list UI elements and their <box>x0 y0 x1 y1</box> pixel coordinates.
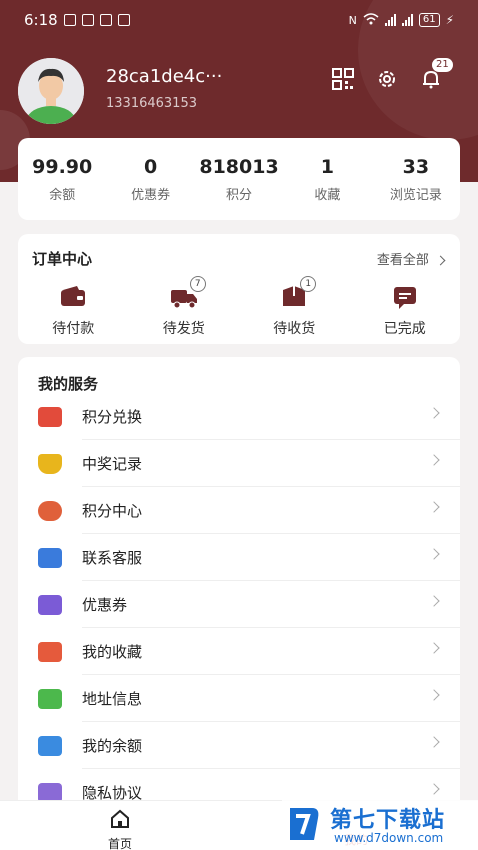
service-label: 地址信息 <box>82 690 143 708</box>
chat-icon <box>38 547 62 568</box>
order-pending-shipment[interactable]: 7 待发货 <box>129 276 240 338</box>
gift-icon <box>38 406 62 427</box>
chevron-right-icon <box>435 255 446 266</box>
service-label: 联系客服 <box>82 549 143 567</box>
service-label: 中奖记录 <box>82 455 143 473</box>
service-item-points-center[interactable]: 积分中心 <box>18 487 460 534</box>
stat-value: 1 <box>320 155 335 178</box>
nav-home-tab[interactable]: 首页 <box>100 809 140 850</box>
stat-coupons[interactable]: 0 优惠券 <box>106 156 194 203</box>
battery-indicator: 61 <box>418 13 440 27</box>
service-label: 积分中心 <box>82 502 143 520</box>
order-badge: 7 <box>189 276 206 292</box>
stat-value: 33 <box>402 155 430 178</box>
trophy-icon <box>38 453 62 474</box>
service-item-address[interactable]: 地址信息 <box>18 675 460 722</box>
address-book-icon <box>38 688 62 709</box>
service-item-coupons[interactable]: 优惠券 <box>18 581 460 628</box>
stat-value: 0 <box>143 155 158 178</box>
gear-icon[interactable] <box>374 66 400 92</box>
signal-icon <box>401 14 413 26</box>
chevron-right-icon <box>428 642 440 654</box>
stat-points[interactable]: 818013 积分 <box>195 156 283 203</box>
chevron-right-icon <box>428 783 440 795</box>
ticket-icon <box>38 594 62 615</box>
view-all-orders-link[interactable]: 查看全部 <box>376 249 446 268</box>
view-all-label: 查看全部 <box>376 253 429 268</box>
message-check-icon <box>391 284 419 310</box>
order-completed[interactable]: 已完成 <box>350 284 461 338</box>
service-item-points-exchange[interactable]: 积分兑换 <box>18 393 460 440</box>
nfc-icon: N <box>348 13 357 27</box>
watermark-url: www.d7down.com <box>334 831 444 845</box>
chevron-right-icon <box>428 736 440 748</box>
stat-balance[interactable]: 99.90 余额 <box>18 156 106 203</box>
avatar[interactable] <box>18 58 84 124</box>
chevron-right-icon <box>428 454 440 466</box>
wallet-icon <box>59 284 87 310</box>
card-icon <box>38 735 62 756</box>
chevron-right-icon <box>428 501 440 513</box>
notification-badge: 21 <box>432 58 453 72</box>
status-time: 6:18 <box>24 11 58 29</box>
home-icon <box>111 809 129 828</box>
stat-label: 余额 <box>49 187 76 203</box>
chevron-right-icon <box>428 407 440 419</box>
services-card: 我的服务 积分兑换 中奖记录 积分中心 联系客服 优惠券 我的收藏 地址信息 我… <box>18 357 460 817</box>
services-title: 我的服务 <box>38 375 99 393</box>
clock-icon <box>63 14 76 26</box>
stat-label: 积分 <box>226 187 253 203</box>
watermark-logo-icon <box>286 804 322 844</box>
service-label: 优惠券 <box>82 596 128 614</box>
watermark: 第七下载站 www.d7down.com <box>282 800 478 850</box>
service-item-balance[interactable]: 我的余额 <box>18 722 460 769</box>
stat-value: 99.90 <box>32 155 93 178</box>
order-label: 待收货 <box>273 321 316 337</box>
charging-icon: ⚡ <box>445 13 454 27</box>
notification-icon <box>99 14 112 26</box>
order-pending-receipt[interactable]: 1 待收货 <box>239 276 350 338</box>
stats-card: 99.90 余额 0 优惠券 818013 积分 1 收藏 33 浏览记录 <box>18 138 460 220</box>
stat-history[interactable]: 33 浏览记录 <box>372 156 460 203</box>
nav-home-label: 首页 <box>107 837 132 850</box>
user-phone: 13316463153 <box>106 96 197 111</box>
chevron-right-icon <box>428 595 440 607</box>
message-icon <box>81 14 94 26</box>
stat-label: 优惠券 <box>131 187 171 203</box>
service-item-prize-records[interactable]: 中奖记录 <box>18 440 460 487</box>
order-pending-payment[interactable]: 待付款 <box>18 284 129 338</box>
order-badge: 1 <box>300 276 317 292</box>
star-icon <box>38 641 62 662</box>
watermark-title: 第七下载站 <box>330 808 446 833</box>
chevron-right-icon <box>428 689 440 701</box>
app-icon <box>117 14 130 26</box>
order-label: 待付款 <box>52 321 95 337</box>
signal-icon <box>384 14 396 26</box>
bell-icon[interactable]: 21 <box>418 58 453 92</box>
order-label: 待发货 <box>162 321 205 337</box>
service-label: 我的余额 <box>82 737 143 755</box>
service-item-contact-support[interactable]: 联系客服 <box>18 534 460 581</box>
order-label: 已完成 <box>383 321 426 337</box>
coins-icon <box>38 500 62 521</box>
truck-icon: 7 <box>170 276 206 310</box>
order-center-title: 订单中心 <box>32 250 93 268</box>
service-label: 我的收藏 <box>82 643 143 661</box>
service-item-favorites[interactable]: 我的收藏 <box>18 628 460 675</box>
order-center-card: 订单中心 查看全部 待付款 7 待发货 1 待收货 已完成 <box>18 234 460 344</box>
user-name[interactable]: 28ca1de4c··· <box>106 66 222 87</box>
stat-label: 浏览记录 <box>389 187 442 203</box>
box-icon: 1 <box>280 276 317 310</box>
stat-value: 818013 <box>199 155 279 178</box>
qrcode-icon[interactable] <box>330 66 356 92</box>
service-label: 积分兑换 <box>82 408 143 426</box>
stat-favorites[interactable]: 1 收藏 <box>283 156 371 203</box>
wifi-icon <box>363 11 379 29</box>
status-bar: 6:18 N 61 ⚡ <box>0 0 478 40</box>
chevron-right-icon <box>428 548 440 560</box>
stat-label: 收藏 <box>314 187 341 203</box>
